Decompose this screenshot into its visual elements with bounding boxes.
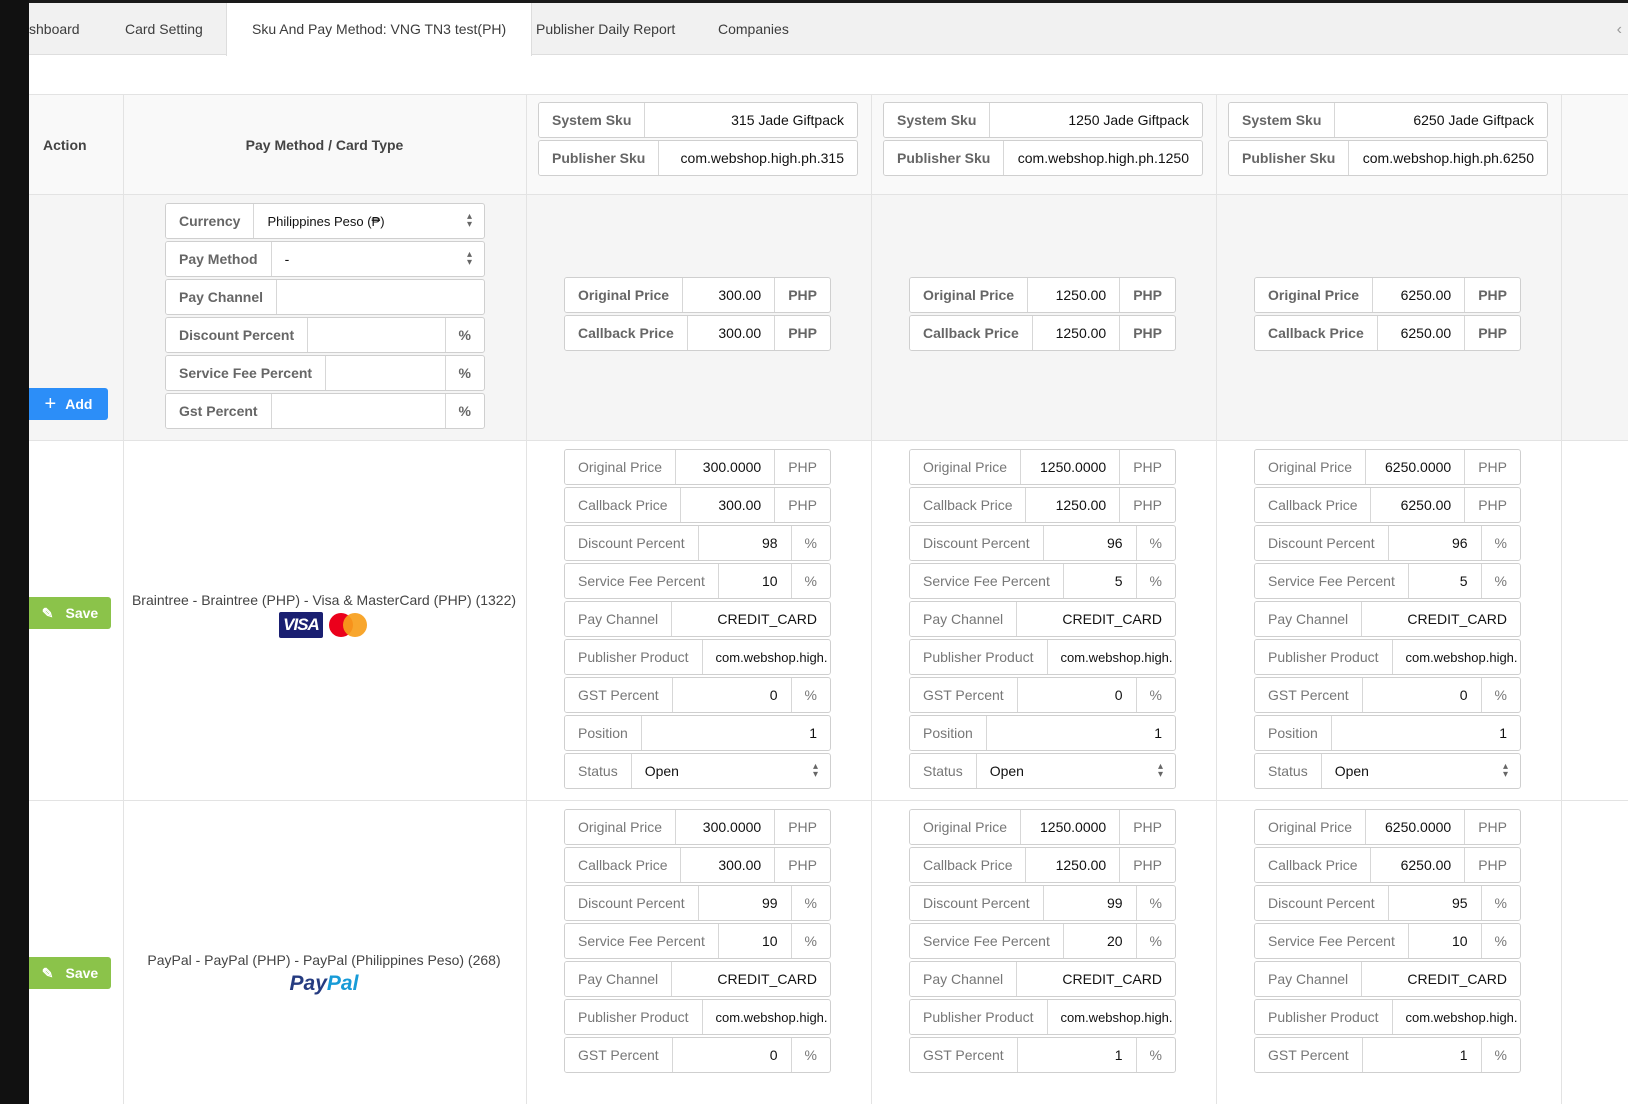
tab-dashboard[interactable]: shboard [29,3,80,55]
discount-input[interactable]: Discount Percent 98% [564,525,831,561]
discount-input[interactable]: Discount Percent 95% [1254,885,1521,921]
add-button[interactable]: + Add [29,388,108,420]
original-input[interactable]: Original Price 6250.0000 PHP [1254,449,1521,485]
position-input[interactable]: Position 1 [909,715,1176,751]
callback-input[interactable]: Callback Price 1250.00 PHP [909,487,1176,523]
paypal-logo: PayPal [289,972,359,995]
gst-input[interactable]: GST Percent 0% [564,677,831,713]
pay-channel-input[interactable]: Pay Channel CREDIT_CARD [564,961,831,997]
system-sku-field: System Sku 6250 Jade Giftpack [1228,102,1548,138]
system-sku-field: System Sku 315 Jade Giftpack [538,102,858,138]
pay-method-select[interactable]: Pay Method - ▴ ▾ [165,241,485,277]
callback-price-input[interactable]: Callback Price 1250.00 PHP [909,315,1176,351]
publisher-product-input[interactable]: Publisher Product com.webshop.high. [909,639,1176,675]
gst-input[interactable]: GST Percent 1% [909,1037,1176,1073]
tab-bar: shboard Card Setting Sku And Pay Method:… [29,0,1628,56]
pay-method-name: PayPal - PayPal (PHP) - PayPal (Philippi… [147,952,501,995]
original-input[interactable]: Original Price 1250.0000 PHP [909,809,1176,845]
tab-sku-and-pay-method[interactable]: Sku And Pay Method: VNG TN3 test(PH) [226,3,533,56]
action-header: Action [43,137,87,153]
publisher-product-input[interactable]: Publisher Product com.webshop.high. [909,999,1176,1035]
callback-price-input[interactable]: Callback Price 6250.00 PHP [1254,315,1521,351]
original-input[interactable]: Original Price 300.0000 PHP [564,809,831,845]
status-select[interactable]: Status Open ▴ ▾ [1254,753,1521,789]
service-fee-percent-input[interactable]: Service Fee Percent% [165,355,485,391]
tab-publisher-daily-report[interactable]: Publisher Daily Report [536,3,675,55]
pay-channel-input[interactable]: Pay Channel CREDIT_CARD [1254,601,1521,637]
pay-channel-input[interactable]: Pay Channel [165,279,485,315]
gst-input[interactable]: GST Percent 0% [909,677,1176,713]
select-arrows-icon: ▴ ▾ [1157,761,1163,780]
pencil-icon: ✎ [41,604,54,621]
save-button[interactable]: ✎ Save [29,597,111,629]
original-price-input[interactable]: Original Price 1250.00 PHP [909,277,1176,313]
select-arrows-icon: ▴ ▾ [466,249,472,268]
service-fee-input[interactable]: Service Fee Percent 10% [1254,923,1521,959]
save-button[interactable]: ✎ Save [29,957,111,989]
pay-channel-input[interactable]: Pay Channel CREDIT_CARD [909,961,1176,997]
pay-channel-input[interactable]: Pay Channel CREDIT_CARD [1254,961,1521,997]
tab-card-setting[interactable]: Card Setting [125,3,203,55]
original-input[interactable]: Original Price 6250.0000 PHP [1254,809,1521,845]
original-input[interactable]: Original Price 300.0000 PHP [564,449,831,485]
discount-input[interactable]: Discount Percent 96% [1254,525,1521,561]
publisher-product-input[interactable]: Publisher Product com.webshop.high. [564,999,831,1035]
pencil-icon: ✎ [41,964,54,981]
pay-method-name: Braintree - Braintree (PHP) - Visa & Mas… [124,592,524,638]
service-fee-input[interactable]: Service Fee Percent 10% [564,923,831,959]
original-input[interactable]: Original Price 1250.0000 PHP [909,449,1176,485]
position-input[interactable]: Position 1 [564,715,831,751]
discount-input[interactable]: Discount Percent 96% [909,525,1176,561]
select-arrows-icon: ▴ ▾ [812,761,818,780]
currency-select[interactable]: Currency Philippines Peso (₱) ▴ ▾ [165,203,485,239]
select-arrows-icon: ▴ ▾ [1502,761,1508,780]
status-select[interactable]: Status Open ▴ ▾ [909,753,1176,789]
publisher-sku-field: Publisher Sku com.webshop.high.ph.1250 [883,140,1203,176]
original-price-input[interactable]: Original Price 6250.00 PHP [1254,277,1521,313]
original-price-input[interactable]: Original Price 300.00 PHP [564,277,831,313]
status-select[interactable]: Status Open ▴ ▾ [564,753,831,789]
publisher-sku-field: Publisher Sku com.webshop.high.ph.315 [538,140,858,176]
publisher-product-input[interactable]: Publisher Product com.webshop.high. [1254,639,1521,675]
position-input[interactable]: Position 1 [1254,715,1521,751]
chevron-left-icon[interactable]: ‹ [1617,21,1622,39]
publisher-product-input[interactable]: Publisher Product com.webshop.high. [564,639,831,675]
gst-input[interactable]: GST Percent 1% [1254,1037,1521,1073]
select-arrows-icon: ▴ ▾ [466,211,472,230]
service-fee-input[interactable]: Service Fee Percent 20% [909,923,1176,959]
publisher-sku-field: Publisher Sku com.webshop.high.ph.6250 [1228,140,1548,176]
service-fee-input[interactable]: Service Fee Percent 5% [909,563,1176,599]
gst-percent-input[interactable]: Gst Percent% [165,393,485,429]
tab-companies[interactable]: Companies [718,3,789,55]
system-sku-field: System Sku 1250 Jade Giftpack [883,102,1203,138]
sku-pay-method-table: Action Pay Method / Card Type System Sku… [29,94,1628,1104]
pay-channel-input[interactable]: Pay Channel CREDIT_CARD [564,601,831,637]
discount-percent-input[interactable]: Discount Percent% [165,317,485,353]
callback-input[interactable]: Callback Price 6250.00 PHP [1254,847,1521,883]
discount-input[interactable]: Discount Percent 99% [564,885,831,921]
service-fee-input[interactable]: Service Fee Percent 5% [1254,563,1521,599]
pay-channel-input[interactable]: Pay Channel CREDIT_CARD [909,601,1176,637]
visa-logo: VISA [279,612,323,638]
callback-price-input[interactable]: Callback Price 300.00 PHP [564,315,831,351]
discount-input[interactable]: Discount Percent 99% [909,885,1176,921]
pay-method-header: Pay Method / Card Type [245,137,404,153]
publisher-product-input[interactable]: Publisher Product com.webshop.high. [1254,999,1521,1035]
gst-input[interactable]: GST Percent 0% [564,1037,831,1073]
callback-input[interactable]: Callback Price 300.00 PHP [564,487,831,523]
callback-input[interactable]: Callback Price 1250.00 PHP [909,847,1176,883]
app-window: shboard Card Setting Sku And Pay Method:… [29,0,1628,1104]
mastercard-logo [327,612,369,638]
gst-input[interactable]: GST Percent 0% [1254,677,1521,713]
service-fee-input[interactable]: Service Fee Percent 10% [564,563,831,599]
callback-input[interactable]: Callback Price 300.00 PHP [564,847,831,883]
callback-input[interactable]: Callback Price 6250.00 PHP [1254,487,1521,523]
plus-icon: + [44,392,57,415]
